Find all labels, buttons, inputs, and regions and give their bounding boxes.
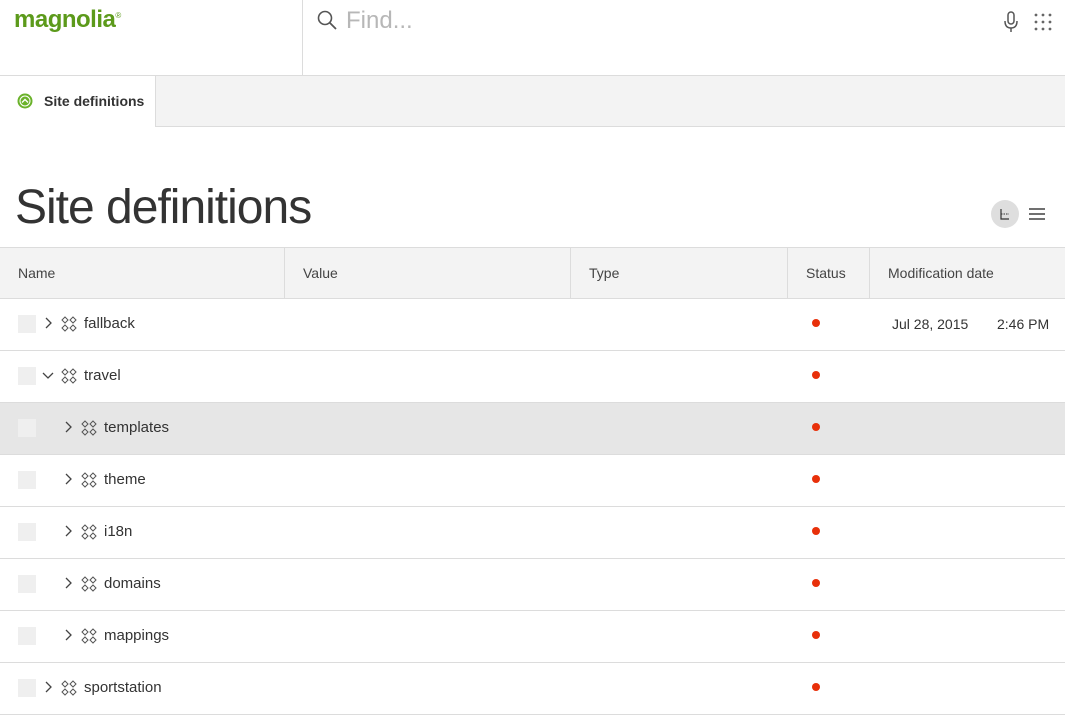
content-node-icon [81, 628, 97, 644]
chevron-right-icon[interactable] [41, 680, 55, 694]
content-node-icon [61, 316, 77, 332]
grid-body: fallback Jul 28, 2015 2:46 PM travel templat… [0, 299, 1065, 715]
chevron-right-icon[interactable] [61, 576, 75, 590]
list-view-icon[interactable] [1028, 205, 1046, 223]
column-header-type[interactable]: Type [570, 248, 788, 298]
table-row[interactable]: templates [0, 403, 1065, 455]
row-checkbox[interactable] [18, 471, 36, 489]
content-node-icon [81, 524, 97, 540]
search-icon[interactable] [316, 9, 338, 31]
tab-label: Site definitions [44, 93, 145, 109]
row-checkbox[interactable] [18, 367, 36, 385]
status-indicator [812, 475, 820, 483]
chevron-right-icon[interactable] [61, 420, 75, 434]
column-header-status[interactable]: Status [787, 248, 870, 298]
chevron-down-icon[interactable] [41, 368, 55, 382]
app-status-icon [17, 93, 33, 109]
status-indicator [812, 527, 820, 535]
node-name: fallback [84, 315, 135, 332]
column-header-modification-date[interactable]: Modification date [869, 248, 1065, 298]
chevron-right-icon[interactable] [61, 524, 75, 538]
chevron-right-icon[interactable] [61, 472, 75, 486]
table-row[interactable]: i18n [0, 507, 1065, 559]
page-title: Site definitions [15, 181, 312, 234]
table-row[interactable]: domains [0, 559, 1065, 611]
tree-view-button[interactable] [991, 200, 1019, 228]
content-node-icon [81, 420, 97, 436]
row-checkbox[interactable] [18, 575, 36, 593]
node-name: theme [104, 471, 146, 488]
content-node-icon [81, 576, 97, 592]
tab-site-definitions[interactable]: Site definitions [0, 76, 156, 127]
table-row[interactable]: sportstation [0, 663, 1065, 715]
row-checkbox[interactable] [18, 627, 36, 645]
logo-area[interactable]: magnolia® [0, 0, 303, 75]
site-definitions-grid: Name Value Type Status Modification date… [0, 247, 1065, 715]
row-checkbox[interactable] [18, 315, 36, 333]
column-header-name[interactable]: Name [0, 248, 285, 298]
content-node-icon [61, 680, 77, 696]
status-indicator [812, 371, 820, 379]
modification-date: Jul 28, 2015 [892, 316, 969, 332]
row-checkbox[interactable] [18, 419, 36, 437]
table-row[interactable]: mappings [0, 611, 1065, 663]
status-indicator [812, 579, 820, 587]
content-node-icon [61, 368, 77, 384]
table-row[interactable]: fallback Jul 28, 2015 2:46 PM [0, 299, 1065, 351]
top-bar: magnolia® [0, 0, 1065, 76]
node-name: mappings [104, 627, 170, 644]
node-name: domains [104, 575, 161, 592]
chevron-right-icon[interactable] [61, 628, 75, 642]
row-checkbox[interactable] [18, 523, 36, 541]
row-checkbox[interactable] [18, 679, 36, 697]
node-name: sportstation [84, 679, 162, 696]
table-row[interactable]: theme [0, 455, 1065, 507]
modification-time: 2:46 PM [997, 316, 1050, 332]
content-node-icon [81, 472, 97, 488]
node-name: i18n [104, 523, 133, 540]
magnolia-logo[interactable]: magnolia® [14, 6, 121, 34]
node-name: travel [84, 367, 121, 384]
status-indicator [812, 319, 820, 327]
tree-view-icon [1000, 209, 1009, 220]
column-header-value[interactable]: Value [284, 248, 571, 298]
chevron-right-icon[interactable] [41, 316, 55, 330]
status-indicator [812, 631, 820, 639]
app-launcher-grid-icon[interactable] [1033, 12, 1053, 32]
status-indicator [812, 683, 820, 691]
search-input[interactable] [346, 6, 946, 36]
grid-header: Name Value Type Status Modification date [0, 247, 1065, 299]
status-indicator [812, 423, 820, 431]
microphone-icon[interactable] [1003, 11, 1019, 33]
node-name: templates [104, 419, 170, 436]
tab-bar: Site definitions [0, 76, 1065, 127]
table-row[interactable]: travel [0, 351, 1065, 403]
